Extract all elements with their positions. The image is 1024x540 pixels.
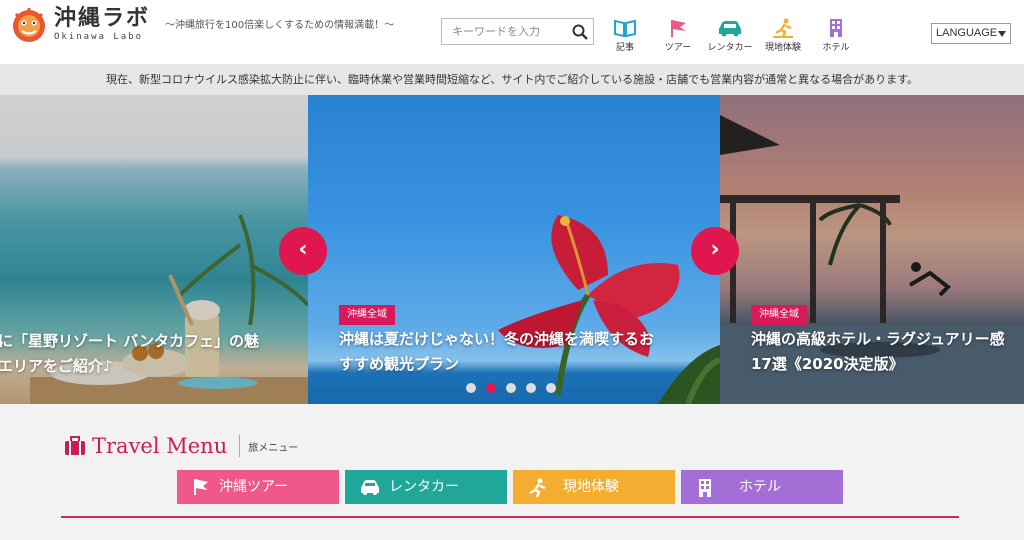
slide-title-line: すすめ観光プラン <box>339 355 460 373</box>
nav-tours[interactable]: ツアー <box>652 18 704 53</box>
slide-title: に「星野リゾート バンタカフェ」の魅 エリアをご紹介♪ <box>0 329 308 379</box>
hotel-icon <box>830 19 842 37</box>
caret-down-icon <box>998 31 1006 37</box>
slide-title: 沖縄は夏だけじゃない！冬の沖縄を満喫するお すすめ観光プラン <box>339 327 709 377</box>
slide-title-line: 沖縄は夏だけじゃない！冬の沖縄を満喫するお <box>339 330 655 348</box>
chevron-right-icon: › <box>710 237 720 262</box>
slider-dot[interactable] <box>526 383 536 393</box>
activity-icon <box>773 18 793 38</box>
menu-hotel-button[interactable]: ホテル <box>681 470 843 504</box>
nav-label: ホテル <box>822 43 850 53</box>
search-box <box>441 18 594 45</box>
area-tag[interactable]: 沖縄全域 <box>339 305 395 325</box>
divider <box>239 435 241 457</box>
logo-title: 沖縄ラボ <box>54 6 151 31</box>
slide-1[interactable]: に「星野リゾート バンタカフェ」の魅 エリアをご紹介♪ <box>0 95 308 404</box>
slide-3[interactable]: 沖縄全域 沖縄の高級ホテル・ラグジュアリー感 17選《2020決定版》 <box>720 95 1024 404</box>
nav-rentacar[interactable]: レンタカー <box>704 18 756 53</box>
language-select[interactable]: LANGUAGE <box>931 23 1011 44</box>
slider-next-button[interactable]: › <box>691 227 739 275</box>
menu-rentacar-button[interactable]: レンタカー <box>345 470 507 504</box>
slider-prev-button[interactable]: ‹ <box>279 227 327 275</box>
slider-dot[interactable] <box>486 383 496 393</box>
flag-icon <box>671 20 686 37</box>
travel-menu-subtitle: 旅メニュー <box>248 442 299 454</box>
chevron-left-icon: ‹ <box>298 237 308 262</box>
button-label: ホテル <box>739 479 781 495</box>
hotel-icon <box>699 479 711 497</box>
shisa-logo-icon <box>10 6 48 44</box>
travel-menu-title: Travel Menu <box>92 434 228 458</box>
button-label: 現地体験 <box>563 479 619 495</box>
slider-dot[interactable] <box>546 383 556 393</box>
suitcase-icon <box>65 436 85 455</box>
nav-label: 現地体験 <box>764 43 801 53</box>
nav-activities[interactable]: 現地体験 <box>757 18 809 53</box>
nav-articles[interactable]: 記事 <box>599 18 651 53</box>
covid-notice: 現在、新型コロナウイルス感染拡大防止に伴い、臨時休業や営業時間短縮など、サイト内… <box>0 64 1024 95</box>
menu-activity-button[interactable]: 現地体験 <box>513 470 675 504</box>
slider-pagination <box>466 383 566 393</box>
nav-hotels[interactable]: ホテル <box>810 18 862 53</box>
site-logo[interactable]: 沖縄ラボ Okinawa Labo <box>10 6 150 44</box>
button-label: レンタカー <box>389 479 459 495</box>
nav-label: レンタカー <box>707 43 753 53</box>
slide-title-line: に「星野リゾート バンタカフェ」の魅 <box>0 332 259 350</box>
search-input[interactable] <box>442 19 562 44</box>
slide-title-line: 17選《2020決定版》 <box>751 355 904 373</box>
slide-2[interactable]: 沖縄全域 沖縄は夏だけじゃない！冬の沖縄を満喫するお すすめ観光プラン <box>308 95 720 404</box>
section-divider <box>61 516 959 518</box>
car-icon <box>719 21 741 37</box>
slider-dot[interactable] <box>466 383 476 393</box>
flag-icon <box>194 479 208 495</box>
activity-icon <box>529 478 546 498</box>
area-tag[interactable]: 沖縄全域 <box>751 305 807 325</box>
book-icon <box>614 19 636 38</box>
slide-title: 沖縄の高級ホテル・ラグジュアリー感 17選《2020決定版》 <box>751 327 1024 377</box>
site-tagline: 〜沖縄旅行を100倍楽しくするための情報満載！〜 <box>165 20 395 31</box>
nav-label: 記事 <box>615 43 634 53</box>
slide-title-line: 沖縄の高級ホテル・ラグジュアリー感 <box>751 330 1005 348</box>
page: 沖縄ラボ Okinawa Labo 〜沖縄旅行を100倍楽しくするための情報満載… <box>0 0 1024 540</box>
menu-tour-button[interactable]: 沖縄ツアー <box>177 470 339 504</box>
car-icon <box>361 480 379 495</box>
nav-label: ツアー <box>664 43 692 53</box>
button-label: 沖縄ツアー <box>219 479 289 495</box>
slider-dot[interactable] <box>506 383 516 393</box>
slide-title-line: エリアをご紹介♪ <box>0 357 113 375</box>
travel-menu-heading: Travel Menu 旅メニュー <box>64 434 298 458</box>
search-icon[interactable] <box>571 23 589 45</box>
language-label: LANGUAGE <box>936 27 998 39</box>
logo-subtitle: Okinawa Labo <box>54 32 144 42</box>
featured-slider: に「星野リゾート バンタカフェ」の魅 エリアをご紹介♪ 沖縄全域 沖縄は夏だけじ… <box>0 95 1024 404</box>
site-header: 沖縄ラボ Okinawa Labo 〜沖縄旅行を100倍楽しくするための情報満載… <box>0 0 1024 64</box>
